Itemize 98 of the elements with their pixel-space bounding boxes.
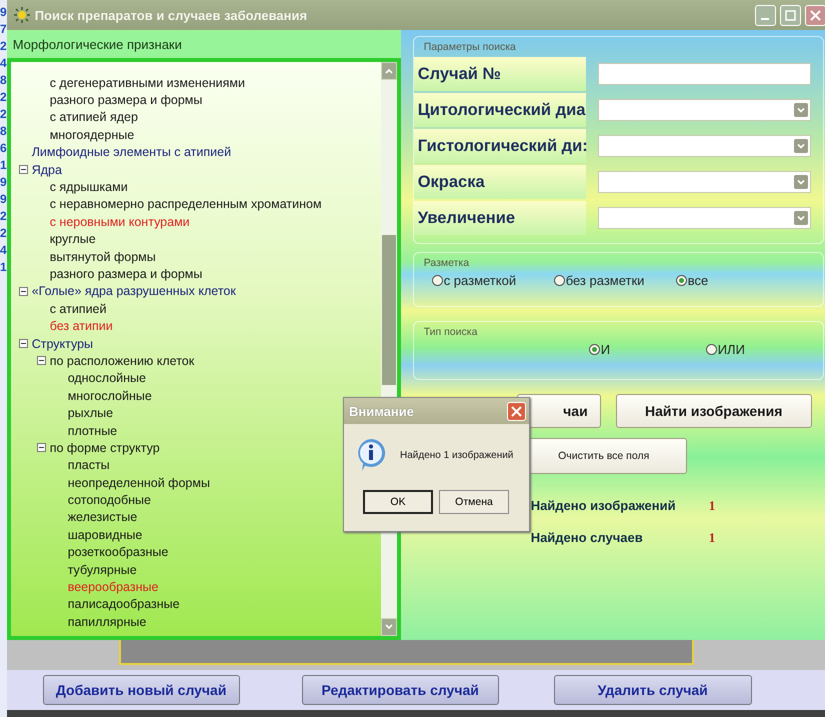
result-count: 1	[708, 498, 716, 514]
group-title: Параметры поиска	[424, 41, 517, 53]
field-label: Цитологический диа	[414, 93, 586, 127]
tree-item[interactable]: рыхлые	[68, 406, 114, 420]
tree-item[interactable]: Ядра	[32, 162, 62, 177]
tree-item[interactable]: с дегенеративными изменениями	[50, 76, 246, 90]
scroll-up-button[interactable]	[380, 62, 397, 80]
chevron-down-icon[interactable]	[384, 623, 394, 631]
dropdown-field[interactable]	[598, 171, 811, 193]
group-title: Тип поиска	[424, 326, 478, 338]
action-button[interactable]: Редактировать случай	[302, 675, 499, 705]
tree-item[interactable]: вытянутой формы	[50, 250, 156, 264]
tree-item[interactable]: разного размера и формы	[50, 93, 202, 108]
maximize-icon[interactable]	[784, 10, 796, 20]
tree-item[interactable]: многослойные	[68, 388, 152, 403]
dropdown-field[interactable]	[598, 99, 811, 121]
tree-item[interactable]: многоядерные	[50, 128, 134, 142]
tree-item[interactable]: с атипией	[50, 302, 106, 316]
field-label: Увеличение	[414, 201, 586, 235]
tree-item[interactable]: разного размера и формы	[50, 266, 202, 281]
dialog-message: Найдено 1 изображений	[400, 450, 514, 460]
sun-icon	[12, 6, 31, 24]
row-number: 6	[0, 142, 7, 155]
dropdown-field[interactable]	[598, 207, 811, 229]
find-images-button[interactable]: Найти изображения	[616, 394, 812, 428]
tree-item[interactable]: с неровными контурами	[50, 214, 190, 229]
collapse-icon[interactable]	[18, 286, 28, 296]
maximize-button[interactable]	[780, 4, 801, 26]
radio-option[interactable]: без разметки	[554, 273, 676, 288]
row-number: 2	[0, 210, 7, 223]
close-button[interactable]	[804, 4, 825, 26]
row-number: 1	[0, 159, 7, 172]
tree-item[interactable]: железистые	[68, 510, 138, 524]
row-number: 9	[0, 193, 7, 206]
radio-option[interactable]: все	[676, 273, 798, 288]
tree-item[interactable]: шаровидные	[68, 528, 142, 542]
tree-item[interactable]: пласты	[68, 458, 110, 472]
tree-item[interactable]: розеткообразные	[68, 545, 168, 560]
row-number: 8	[0, 125, 7, 138]
result-label: Найдено случаев	[530, 530, 644, 546]
tree-item[interactable]: с ядрышками	[50, 180, 128, 194]
radio-option[interactable]: с разметкой	[432, 273, 554, 288]
action-button[interactable]: Добавить новый случай	[42, 675, 240, 705]
row-number: 2	[0, 108, 7, 121]
row-number: 2	[0, 227, 7, 240]
tree-item[interactable]: тубулярные	[68, 562, 137, 577]
tree-item[interactable]: Лимфоидные элементы с атипией	[32, 145, 232, 160]
info-icon	[356, 438, 386, 472]
close-icon[interactable]	[511, 406, 522, 416]
result-label: Найдено изображений	[530, 498, 677, 514]
chevron-up-icon[interactable]	[384, 67, 394, 75]
row-number: 4	[0, 244, 7, 257]
collapse-icon[interactable]	[36, 356, 46, 366]
radio-option[interactable]: ИЛИ	[706, 342, 823, 357]
row-number: 9	[0, 6, 7, 19]
tree-item[interactable]: с атипией ядер	[50, 110, 138, 124]
dialog-title: Внимание	[349, 404, 414, 418]
action-button[interactable]: Удалить случай	[554, 675, 752, 705]
collapse-icon[interactable]	[18, 339, 28, 348]
close-icon[interactable]	[810, 10, 821, 20]
dialog-button[interactable]: OK	[363, 490, 433, 514]
row-number: 8	[0, 74, 7, 87]
minimize-button[interactable]	[754, 4, 776, 26]
scroll-down-button[interactable]	[380, 618, 397, 636]
tree-item[interactable]: палисадообразные	[68, 597, 180, 612]
tree-item[interactable]: «Голые» ядра разрушенных клеток	[32, 284, 236, 298]
collapse-icon[interactable]	[18, 165, 28, 174]
tree-item[interactable]: неопределенной формы	[68, 476, 210, 490]
row-number: 2	[0, 40, 7, 53]
tree-item[interactable]: по форме структур	[50, 440, 160, 455]
tree-item[interactable]: папиллярные	[68, 614, 146, 629]
tree-item[interactable]: сотоподобные	[68, 493, 151, 508]
window-title: Поиск препаратов и случаев заболевания	[34, 8, 308, 22]
tree-item[interactable]: круглые	[50, 232, 96, 246]
group-title: Разметка	[424, 257, 470, 269]
tree-item[interactable]: Структуры	[32, 336, 94, 351]
input-field[interactable]	[598, 63, 811, 85]
field-label: Случай №	[414, 57, 586, 91]
tree-item[interactable]: с неравномерно распределенным хроматином	[50, 197, 322, 212]
field-label: Окраска	[414, 165, 586, 199]
tree-item[interactable]: однослойные	[68, 371, 146, 386]
close-button[interactable]	[507, 402, 526, 420]
row-number: 4	[0, 57, 7, 70]
scrollbar-thumb[interactable]	[382, 235, 396, 385]
field-label: Гистологический ди:	[414, 129, 586, 163]
dropdown-field[interactable]	[598, 135, 811, 157]
row-number: 2	[0, 91, 7, 104]
row-number: 7	[0, 23, 7, 36]
dialog-button[interactable]: Отмена	[439, 490, 509, 514]
row-number: 9	[0, 176, 7, 189]
collapse-icon[interactable]	[36, 443, 46, 452]
row-number: 1	[0, 261, 7, 274]
tree-item[interactable]: по расположению клеток	[50, 354, 194, 368]
tree-item[interactable]: без атипии	[50, 319, 113, 334]
radio-option[interactable]: И	[588, 342, 706, 357]
panel-header: Морфологические признаки	[6, 30, 401, 58]
result-count: 1	[708, 530, 716, 546]
tree-item[interactable]: плотные	[68, 424, 118, 438]
